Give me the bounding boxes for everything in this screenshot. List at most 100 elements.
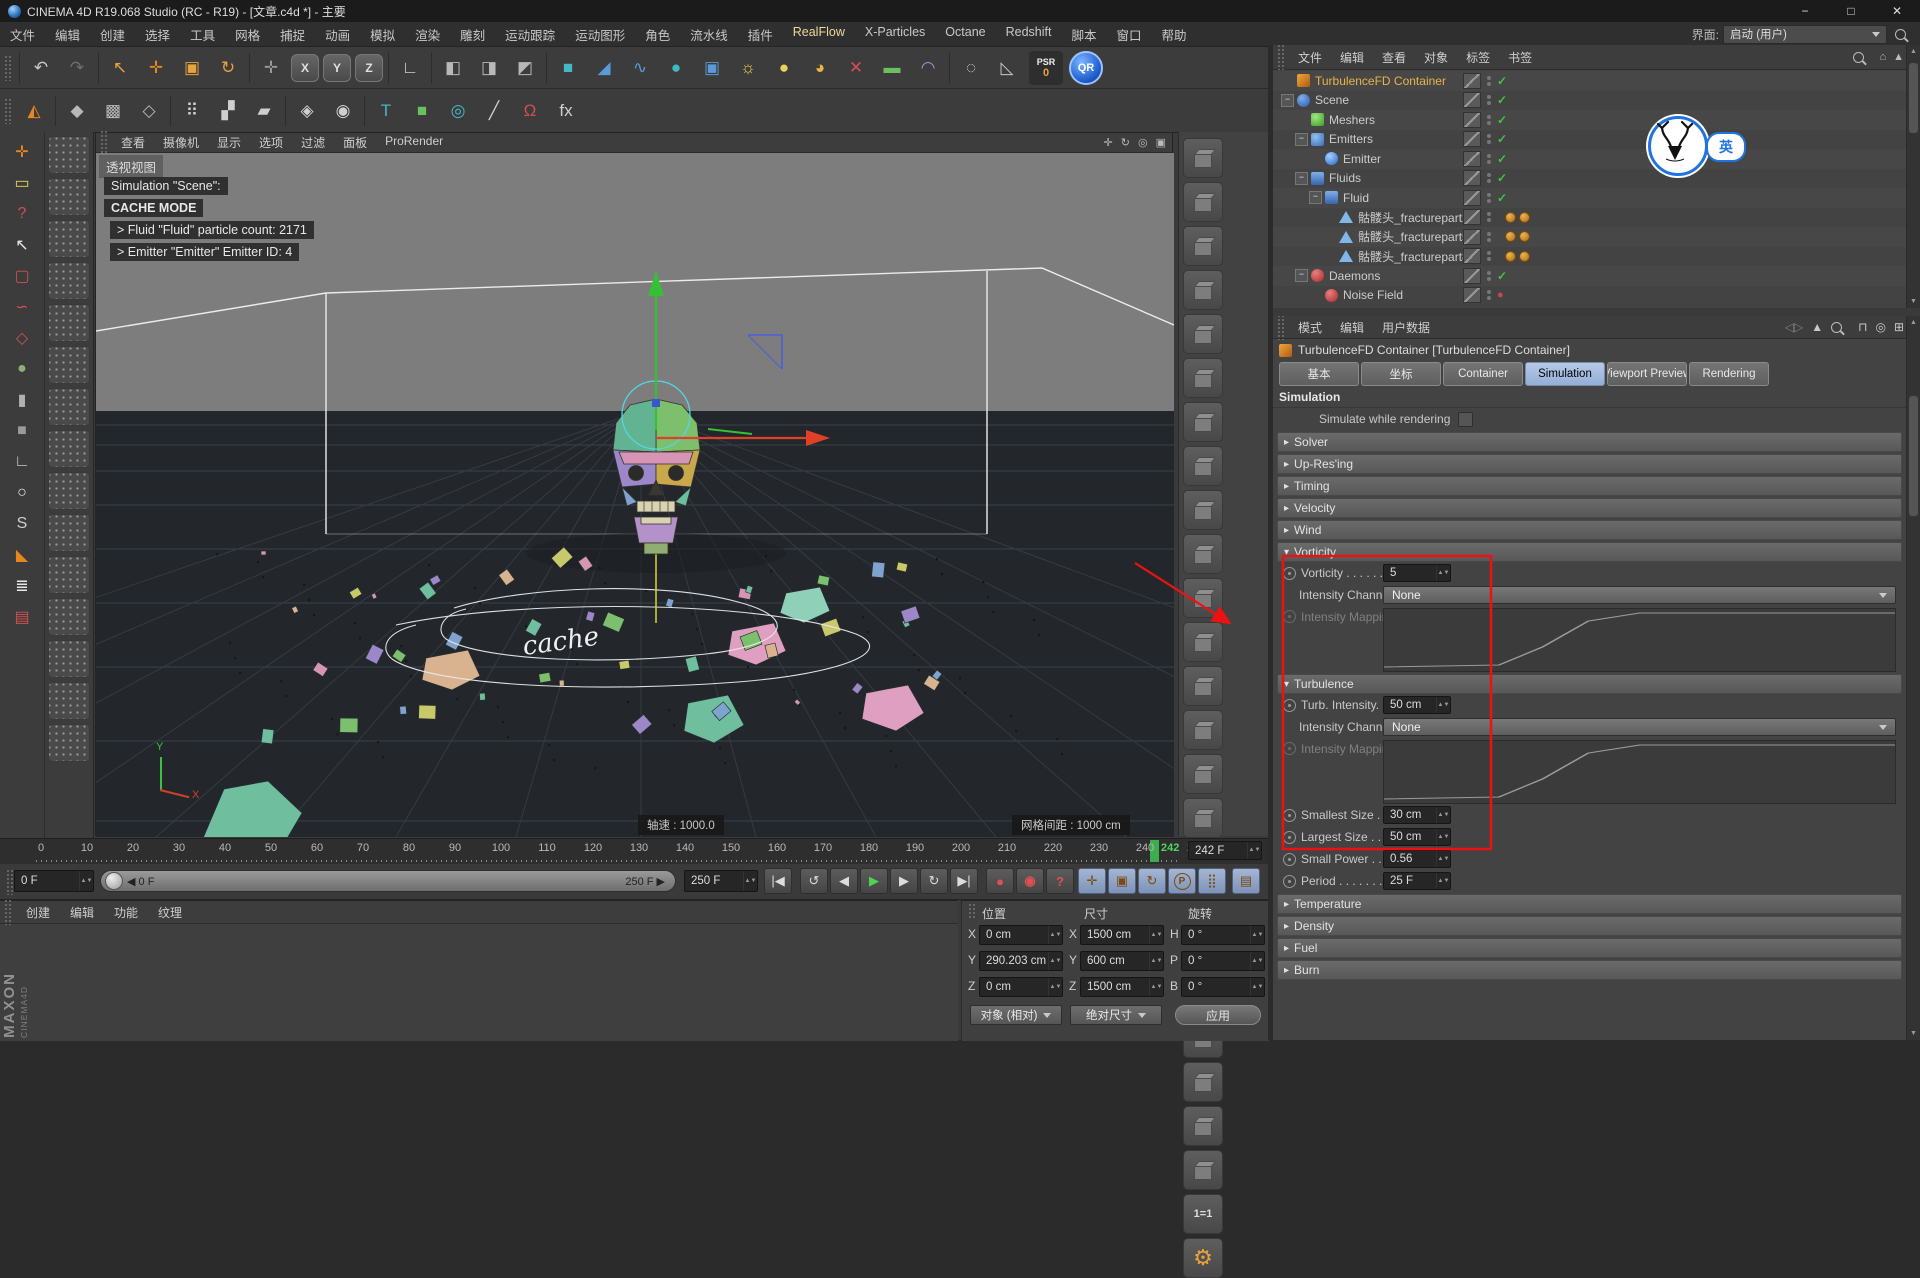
spinner-arrows-icon[interactable]: ▲▼ — [1250, 926, 1264, 944]
attribute-menu-item-模式[interactable]: 模式 — [1289, 319, 1331, 336]
fx-icon[interactable]: fx — [548, 93, 584, 129]
tab-Simulation[interactable]: Simulation — [1525, 362, 1605, 386]
menu-item-Redshift[interactable]: Redshift — [996, 25, 1062, 44]
add-deformer-icon[interactable]: ◠ — [910, 50, 946, 86]
expander-icon[interactable]: − — [1281, 94, 1294, 107]
value-spinner[interactable]: 0.56▲▼ — [1383, 850, 1451, 868]
mode-palette-icon[interactable] — [48, 724, 90, 762]
object-row-Meshers[interactable]: Meshers✓ — [1273, 110, 1906, 130]
object-tags[interactable] — [1505, 212, 1533, 223]
menu-item-雕刻[interactable]: 雕刻 — [450, 25, 495, 44]
dot-toggle-icon[interactable] — [1487, 250, 1491, 262]
object-row-Noise Field[interactable]: Noise Field● — [1273, 286, 1906, 306]
view-tool-icon[interactable] — [1183, 534, 1223, 574]
cylinder-tool-icon[interactable]: ▮ — [5, 384, 39, 415]
tab-Container[interactable]: Container — [1443, 362, 1523, 386]
xpresso-icon[interactable]: ✕ — [838, 50, 874, 86]
interface-layout-select[interactable]: 启动 (用户) — [1723, 25, 1887, 44]
spinner-arrows-icon[interactable]: ▲▼ — [1436, 565, 1450, 581]
volume-builder-icon[interactable]: ■ — [404, 93, 440, 129]
attribute-menu-item-编辑[interactable]: 编辑 — [1331, 319, 1373, 336]
material-menu-item-编辑[interactable]: 编辑 — [60, 904, 104, 921]
viewport-settings-gear-icon[interactable]: ⚙ — [1183, 1238, 1223, 1278]
maximize-button[interactable]: □ — [1828, 0, 1874, 22]
rectangle-select-icon[interactable]: ▢ — [5, 260, 39, 291]
add-light-icon[interactable]: ☼ — [730, 50, 766, 86]
object-toggles[interactable]: ✓ — [1463, 170, 1507, 187]
texture-mode-icon[interactable]: ▩ — [95, 93, 131, 129]
spinner-arrows-icon[interactable]: ▲▼ — [1436, 851, 1450, 867]
add-camera-icon[interactable]: ▣ — [694, 50, 730, 86]
menu-item-X-Particles[interactable]: X-Particles — [855, 25, 935, 44]
psr-lock-button[interactable]: PSR0 — [1029, 51, 1063, 85]
new-panel-icon[interactable]: ⊞ — [1894, 320, 1904, 334]
keyframe-dot-icon[interactable] — [1283, 831, 1296, 844]
dot-toggle-icon[interactable] — [1487, 192, 1491, 204]
magnet-tool-icon[interactable]: Ω — [512, 93, 548, 129]
render-settings-icon[interactable]: ◩ — [507, 50, 543, 86]
spinner-arrows-icon[interactable]: ▲▼ — [1436, 807, 1450, 823]
selection-filter-icon[interactable]: ◌ — [953, 50, 989, 86]
group-Turbulence[interactable]: ▾Turbulence — [1277, 674, 1902, 694]
preview-range-slider[interactable]: ◀ 0 F 250 F ▶ — [100, 870, 676, 892]
spiral-tool-icon[interactable]: ◎ — [440, 93, 476, 129]
object-row-Fluid[interactable]: −Fluid✓ — [1273, 188, 1906, 208]
brush-tool-icon[interactable]: ╱ — [476, 93, 512, 129]
start-frame-field[interactable]: 0 F▲▼ — [14, 870, 94, 892]
layers-icon[interactable]: ≣ — [5, 570, 39, 601]
group-Solver[interactable]: ▸Solver — [1277, 432, 1902, 452]
search-icon[interactable] — [1831, 322, 1842, 333]
mode-palette-icon[interactable] — [48, 472, 90, 510]
tab-Rendering[interactable]: Rendering — [1689, 362, 1769, 386]
visibility-toggle-icon[interactable] — [1463, 92, 1481, 108]
next-key-button[interactable]: ↻ — [920, 868, 948, 894]
view-tool-icon[interactable] — [1183, 226, 1223, 266]
group-Wind[interactable]: ▸Wind — [1277, 520, 1902, 540]
expander-icon[interactable]: − — [1295, 269, 1308, 282]
dot-toggle-icon[interactable] — [1487, 211, 1491, 223]
add-sky-icon[interactable]: ● — [766, 50, 802, 86]
history-icon[interactable]: ◁▷ — [1785, 320, 1803, 334]
object-toggles[interactable]: ✓ — [1463, 267, 1507, 284]
material-menu-item-创建[interactable]: 创建 — [16, 904, 60, 921]
enabled-check-icon[interactable]: ✓ — [1497, 171, 1507, 185]
dot-toggle-icon[interactable] — [1487, 133, 1491, 145]
spinner-arrows-icon[interactable]: ▲▼ — [1048, 952, 1062, 970]
spinner-arrows-icon[interactable]: ▲▼ — [1250, 978, 1264, 996]
visibility-toggle-icon[interactable] — [1463, 248, 1481, 264]
apply-button[interactable]: 应用 — [1175, 1005, 1261, 1025]
spinner-arrows-icon[interactable]: ▲▼ — [1048, 978, 1062, 996]
object-row-骷髅头_fracturepart20[interactable]: 骷髅头_fracturepart20 — [1273, 208, 1906, 228]
viewport-menu-item-ProRender[interactable]: ProRender — [376, 134, 452, 151]
dot-toggle-icon[interactable] — [1487, 94, 1491, 106]
size-field[interactable]: 1500 cm▲▼ — [1080, 925, 1164, 945]
current-frame-field[interactable]: 242 F ▲▼ — [1188, 841, 1262, 860]
paint-bucket-icon[interactable]: ◣ — [5, 539, 39, 570]
toolbar-grip[interactable] — [4, 55, 12, 81]
add-floor-icon[interactable]: ▬ — [874, 50, 910, 86]
menu-item-运动跟踪[interactable]: 运动跟踪 — [495, 25, 565, 44]
viewport-menu-item-选项[interactable]: 选项 — [250, 134, 292, 151]
add-generator-icon[interactable]: ● — [658, 50, 694, 86]
home-icon[interactable]: ⌂ — [1879, 51, 1886, 63]
visibility-toggle-icon[interactable] — [1463, 151, 1481, 167]
play-button[interactable]: ▶ — [860, 868, 888, 894]
attribute-manager-scrollbar[interactable]: ▲▼ — [1906, 316, 1920, 1040]
view-tool-icon[interactable] — [1183, 1150, 1223, 1190]
value-spinner[interactable]: 25 F▲▼ — [1383, 872, 1451, 890]
object-row-骷髅头_fracturepart83[interactable]: 骷髅头_fracturepart83 — [1273, 247, 1906, 267]
tab-Viewport Preview[interactable]: Viewport Preview — [1607, 362, 1687, 386]
move-tool-icon[interactable]: ✛ — [138, 50, 174, 86]
disabled-dot-icon[interactable]: ● — [1497, 289, 1504, 301]
object-menu-item-书签[interactable]: 书签 — [1499, 49, 1541, 66]
menu-item-插件[interactable]: 插件 — [738, 25, 783, 44]
view-tool-icon[interactable] — [1183, 622, 1223, 662]
view-tool-icon[interactable] — [1183, 754, 1223, 794]
view-tool-icon[interactable] — [1183, 1062, 1223, 1102]
panel-grip[interactable] — [4, 899, 12, 925]
view-tool-icon[interactable] — [1183, 666, 1223, 706]
menu-item-模拟[interactable]: 模拟 — [360, 25, 405, 44]
record-keyframe-button[interactable]: ● — [986, 868, 1014, 894]
enabled-check-icon[interactable]: ✓ — [1497, 191, 1507, 205]
select-arrow-icon[interactable]: ↖ — [5, 229, 39, 260]
